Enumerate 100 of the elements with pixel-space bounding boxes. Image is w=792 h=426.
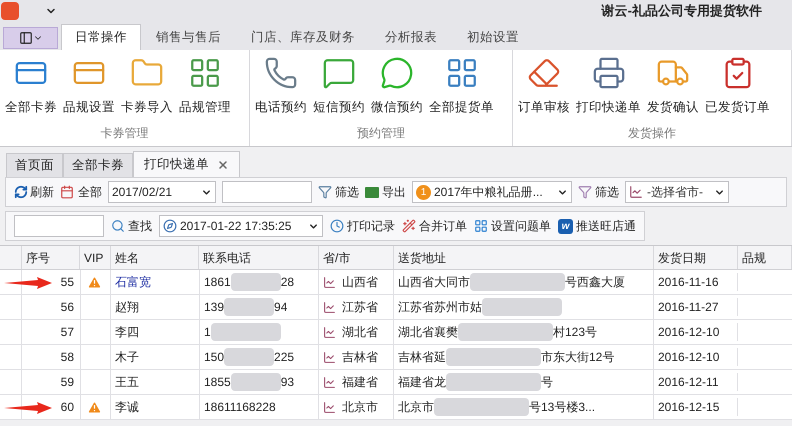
- cell-text: 28: [280, 274, 294, 291]
- chat-icon: [380, 56, 414, 90]
- ribbon-button[interactable]: 短信预约: [310, 56, 368, 124]
- table-cell-text: 58: [60, 349, 75, 366]
- find-button[interactable]: 查找: [111, 217, 152, 235]
- cell-text: 94: [274, 299, 288, 316]
- app-logo-icon: [1, 2, 19, 20]
- column-header[interactable]: 品规: [738, 246, 792, 269]
- ribbon-button[interactable]: 卡券导入: [118, 56, 176, 124]
- chart-icon: [323, 400, 336, 414]
- filter-button[interactable]: 筛选: [318, 183, 359, 201]
- ribbon-button[interactable]: 已发货订单: [702, 56, 773, 124]
- cell-text: 号西鑫大厦: [565, 274, 625, 291]
- redacted-area: [230, 273, 281, 291]
- table-cell-text: 木子: [114, 349, 140, 366]
- input-field[interactable]: [222, 181, 312, 203]
- search-field[interactable]: [14, 215, 104, 237]
- eraser-icon: [527, 56, 561, 90]
- app-logo: w: [558, 218, 573, 234]
- cell-text: 号: [541, 374, 553, 391]
- table-cell-text: 福建省: [342, 374, 378, 391]
- search-icon: [111, 219, 125, 233]
- column-header[interactable]: 序号: [22, 246, 80, 269]
- refresh-button[interactable]: 刷新: [14, 183, 54, 201]
- ribbon-button[interactable]: 电话预约: [252, 56, 310, 124]
- column-header[interactable]: 省/市: [319, 246, 394, 269]
- ribbon-button[interactable]: 订单审核: [515, 56, 573, 124]
- filter-icon: [318, 185, 332, 199]
- ribbon-tab[interactable]: 门店、库存及财务: [236, 24, 370, 50]
- column-header[interactable]: 姓名: [111, 246, 199, 269]
- chart-icon: [323, 300, 336, 314]
- column-header[interactable]: 联系电话: [199, 246, 319, 269]
- table-cell: 2016-11-27: [654, 298, 738, 316]
- table-cell-text: 北京市: [342, 399, 378, 416]
- column-header[interactable]: VIP: [80, 246, 111, 269]
- column-header[interactable]: 送货地址: [394, 246, 654, 269]
- merge-button[interactable]: 合并订单: [402, 217, 467, 235]
- compass-icon: [163, 219, 177, 233]
- export-button[interactable]: 导出: [365, 183, 406, 201]
- table-cell-text: 山西省: [342, 274, 378, 291]
- document-tab[interactable]: 打印快递单: [133, 151, 240, 177]
- clock-icon: [330, 219, 344, 233]
- push-button[interactable]: w 推送旺店通: [558, 217, 636, 235]
- table-cell-text: 王五: [114, 374, 140, 391]
- table-cell-text: 李四: [114, 324, 140, 341]
- column-header[interactable]: 发货日期: [654, 246, 738, 269]
- region-dropdown[interactable]: -选择省市-: [625, 181, 729, 203]
- app-menu-button[interactable]: [3, 27, 58, 49]
- problem-button[interactable]: 设置问题单: [474, 217, 551, 235]
- print-log-button[interactable]: 打印记录: [330, 217, 395, 235]
- all-button[interactable]: 全部: [60, 183, 102, 201]
- product-dropdown[interactable]: 1 2017年中粮礼品册...: [412, 181, 572, 203]
- ribbon-tab[interactable]: 初始设置: [452, 24, 534, 50]
- document-tab[interactable]: 全部卡券: [63, 153, 133, 177]
- chart-icon: [323, 326, 336, 338]
- date-dropdown[interactable]: 2017/02/21: [108, 181, 216, 203]
- chart-icon: [323, 376, 336, 388]
- ribbon-tab[interactable]: 销售与售后: [141, 24, 236, 50]
- cell-text: 1: [204, 324, 211, 341]
- cell-text: 150: [204, 349, 224, 366]
- ribbon-button[interactable]: 发货确认: [644, 56, 702, 124]
- document-tab[interactable]: 首页面: [6, 153, 63, 177]
- cell-text: 1855: [204, 374, 231, 391]
- table-cell-text: 李诚: [114, 399, 140, 416]
- datetime-dropdown[interactable]: 2017-01-22 17:35:25: [159, 215, 323, 237]
- grid-icon: [474, 219, 488, 233]
- close-icon[interactable]: [217, 158, 229, 170]
- ribbon-button[interactable]: 全部提货单: [426, 56, 497, 124]
- ribbon-button[interactable]: 打印快递单: [573, 56, 644, 124]
- cell-text: 18611168228: [204, 399, 276, 416]
- ribbon-tab[interactable]: 日常操作: [61, 24, 141, 50]
- ribbon-button[interactable]: 全部卡券: [2, 56, 60, 124]
- calendar-icon: [60, 185, 74, 199]
- magic-wand-icon: [402, 219, 416, 233]
- table-cell-text: 57: [60, 324, 75, 341]
- table-cell-text: 吉林省: [342, 349, 378, 366]
- ribbon-button[interactable]: 品规管理: [176, 56, 234, 124]
- table-cell: 2016-12-15: [654, 398, 738, 416]
- table-cell-text: 赵翔: [114, 299, 140, 316]
- number-badge: 1: [416, 184, 431, 200]
- filter-button[interactable]: 筛选: [578, 183, 619, 201]
- table-cell: 2016-12-10: [654, 323, 738, 341]
- cell-text: 福建省龙: [398, 374, 446, 391]
- cell-text: 山西省大同市: [398, 274, 470, 291]
- chart-icon: [323, 350, 336, 364]
- ribbon-button[interactable]: 品规设置: [60, 56, 118, 124]
- table-cell-text: 湖北省: [342, 324, 378, 341]
- cell-text: 1861: [204, 274, 231, 291]
- chart-icon: [323, 276, 336, 288]
- chart-icon: [629, 185, 643, 199]
- redacted-area: [224, 298, 274, 316]
- ribbon-tab[interactable]: 分析报表: [370, 24, 452, 50]
- ribbon-button[interactable]: 微信预约: [368, 56, 426, 124]
- window-title: 谢云-礼品公司专用提货软件: [602, 2, 762, 20]
- panel-icon: [18, 31, 32, 45]
- cell-text: 湖北省襄樊: [398, 324, 458, 341]
- redacted-area: [210, 323, 281, 341]
- speech-bubble-icon: [322, 56, 356, 90]
- cell-text: 北京市: [398, 399, 434, 416]
- table-cell: 2016-11-16: [654, 273, 738, 291]
